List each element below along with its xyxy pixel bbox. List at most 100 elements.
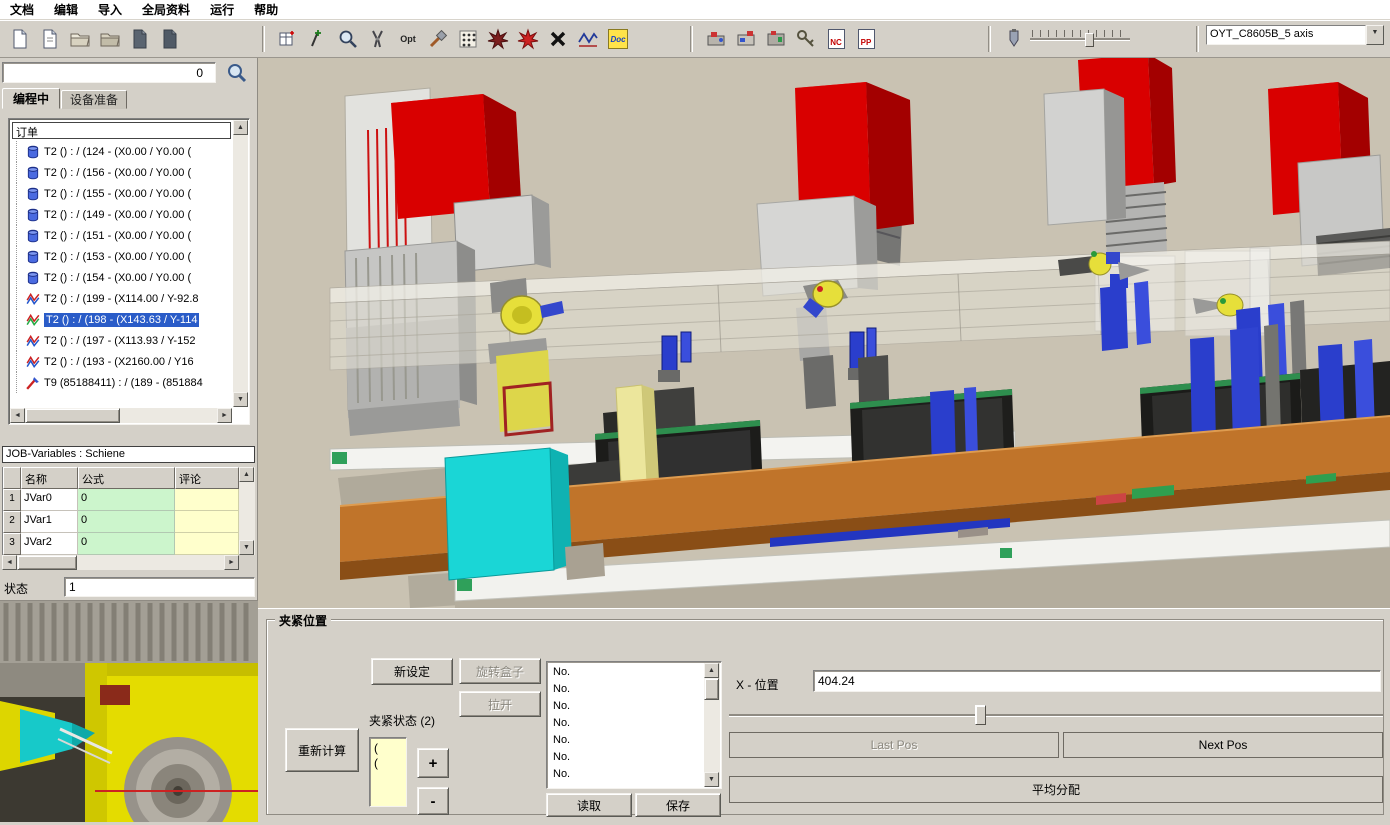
- scroll-left-icon[interactable]: ◄: [10, 408, 25, 423]
- list-item[interactable]: No.: [549, 749, 703, 766]
- tree-item[interactable]: T2 () : / (154 - (X0.00 / Y0.00 (: [11, 267, 232, 288]
- tree-item-selected[interactable]: T2 () : / (198 - (X143.63 / Y-114: [11, 309, 232, 330]
- pliers-button[interactable]: [364, 25, 392, 53]
- scrollbar-thumb[interactable]: [25, 408, 120, 423]
- menu-global-data[interactable]: 全局资料: [132, 0, 200, 20]
- tree-item[interactable]: T2 () : / (149 - (X0.00 / Y0.00 (: [11, 204, 232, 225]
- chevron-down-icon[interactable]: ▼: [1366, 25, 1384, 45]
- tree-item[interactable]: T2 () : / (156 - (X0.00 / Y0.00 (: [11, 162, 232, 183]
- table-horizontal-scrollbar[interactable]: ◄ ►: [2, 555, 239, 570]
- slider-thumb[interactable]: [975, 705, 986, 725]
- tree-item[interactable]: T2 () : / (124 - (X0.00 / Y0.00 (: [11, 141, 232, 162]
- status-field[interactable]: 1: [64, 577, 255, 597]
- tree-item[interactable]: T9 (85188411) : / (189 - (851884: [11, 372, 232, 393]
- tree-item[interactable]: T2 () : / (193 - (X2160.00 / Y16: [11, 351, 232, 372]
- scrollbar-thumb[interactable]: [17, 555, 77, 570]
- mill-head-button[interactable]: [1000, 25, 1028, 53]
- cell-name[interactable]: JVar1: [21, 511, 78, 533]
- rotate-box-button[interactable]: 旋转盒子: [459, 658, 541, 684]
- search-input[interactable]: 0: [2, 62, 216, 83]
- cell-formula[interactable]: 0: [78, 533, 175, 555]
- list-item[interactable]: No.: [549, 766, 703, 783]
- zoom-button[interactable]: [334, 25, 362, 53]
- list-vertical-scrollbar[interactable]: ▲ ▼: [704, 663, 720, 787]
- last-pos-button[interactable]: Last Pos: [729, 732, 1059, 758]
- list-item[interactable]: No.: [549, 698, 703, 715]
- menu-run[interactable]: 运行: [200, 0, 244, 20]
- clamp-values-box[interactable]: ( (: [369, 737, 407, 807]
- scroll-up-icon[interactable]: ▲: [239, 467, 254, 482]
- increment-button[interactable]: +: [417, 748, 449, 778]
- row-selector[interactable]: 1: [3, 489, 21, 511]
- list-item[interactable]: No.: [549, 681, 703, 698]
- menu-file[interactable]: 文档: [0, 0, 44, 20]
- machine-front-button[interactable]: [702, 25, 730, 53]
- decrement-button[interactable]: -: [417, 787, 449, 815]
- next-pos-button[interactable]: Next Pos: [1063, 732, 1383, 758]
- burst-dark-button[interactable]: [484, 25, 512, 53]
- machine-side-button[interactable]: [732, 25, 760, 53]
- scroll-right-icon[interactable]: ►: [224, 555, 239, 570]
- machine-preview-view[interactable]: [0, 600, 258, 821]
- key-button[interactable]: [792, 25, 820, 53]
- tree-item[interactable]: T2 () : / (151 - (X0.00 / Y0.00 (: [11, 225, 232, 246]
- list-item[interactable]: No.: [549, 732, 703, 749]
- tree-item[interactable]: T2 () : / (199 - (X114.00 / Y-92.8: [11, 288, 232, 309]
- nc-file-button[interactable]: NC: [822, 25, 850, 53]
- row-selector[interactable]: 2: [3, 511, 21, 533]
- doc-edit-button[interactable]: Doc: [604, 25, 632, 53]
- scroll-right-icon[interactable]: ►: [217, 408, 232, 423]
- x-position-input[interactable]: [813, 670, 1381, 692]
- read-button[interactable]: 读取: [546, 793, 632, 817]
- open-folder-button[interactable]: [66, 25, 94, 53]
- tab-programming[interactable]: 编程中: [2, 88, 60, 109]
- new-setting-button[interactable]: 新设定: [371, 658, 453, 685]
- add-tool-button[interactable]: [304, 25, 332, 53]
- tree-item[interactable]: T2 () : / (197 - (X113.93 / Y-152: [11, 330, 232, 351]
- save-folder-button[interactable]: [96, 25, 124, 53]
- tree-vertical-scrollbar[interactable]: ▲ ▼: [233, 120, 248, 407]
- list-item[interactable]: No.: [549, 664, 703, 681]
- export-file-button[interactable]: [156, 25, 184, 53]
- cell-comment[interactable]: [175, 489, 239, 511]
- burst-red-button[interactable]: [514, 25, 542, 53]
- scrollbar-thumb[interactable]: [704, 678, 719, 700]
- position-listbox[interactable]: No. No. No. No. No. No. No. ▲ ▼: [546, 661, 722, 789]
- tab-preparation[interactable]: 设备准备: [61, 90, 127, 109]
- machine-top-button[interactable]: [762, 25, 790, 53]
- menu-edit[interactable]: 编辑: [44, 0, 88, 20]
- optimize-button[interactable]: Opt: [394, 25, 422, 53]
- import-file-button[interactable]: [126, 25, 154, 53]
- machine-selector[interactable]: OYT_C8605B_5 axis ▼: [1206, 25, 1384, 45]
- row-selector[interactable]: 3: [3, 533, 21, 555]
- zoom-slider[interactable]: [1030, 30, 1130, 48]
- scroll-down-icon[interactable]: ▼: [239, 540, 254, 555]
- tree-item[interactable]: T2 () : / (155 - (X0.00 / Y0.00 (: [11, 183, 232, 204]
- scroll-down-icon[interactable]: ▼: [233, 392, 248, 407]
- cell-comment[interactable]: [175, 511, 239, 533]
- pp-file-button[interactable]: PP: [852, 25, 880, 53]
- cell-formula[interactable]: 0: [78, 511, 175, 533]
- drill-pattern-button[interactable]: [454, 25, 482, 53]
- tree-horizontal-scrollbar[interactable]: ◄ ►: [10, 408, 232, 423]
- distribute-button[interactable]: 平均分配: [729, 776, 1383, 803]
- new-file-button[interactable]: [6, 25, 34, 53]
- save-button[interactable]: 保存: [635, 793, 721, 817]
- scroll-down-icon[interactable]: ▼: [704, 772, 719, 787]
- table-vertical-scrollbar[interactable]: ▲ ▼: [239, 467, 255, 555]
- menu-import[interactable]: 导入: [88, 0, 132, 20]
- cell-comment[interactable]: [175, 533, 239, 555]
- list-item[interactable]: No.: [549, 715, 703, 732]
- menu-help[interactable]: 帮助: [244, 0, 288, 20]
- recalculate-button[interactable]: 重新计算: [285, 728, 359, 772]
- toolpath-wave-button[interactable]: [574, 25, 602, 53]
- cell-name[interactable]: JVar0: [21, 489, 78, 511]
- screwdriver-button[interactable]: [424, 25, 452, 53]
- pull-apart-button[interactable]: 拉开: [459, 691, 541, 717]
- scroll-up-icon[interactable]: ▲: [704, 663, 719, 678]
- cell-name[interactable]: JVar2: [21, 533, 78, 555]
- slider-thumb[interactable]: [1085, 33, 1094, 47]
- scroll-left-icon[interactable]: ◄: [2, 555, 17, 570]
- x-position-slider[interactable]: [729, 704, 1383, 726]
- cell-formula[interactable]: 0: [78, 489, 175, 511]
